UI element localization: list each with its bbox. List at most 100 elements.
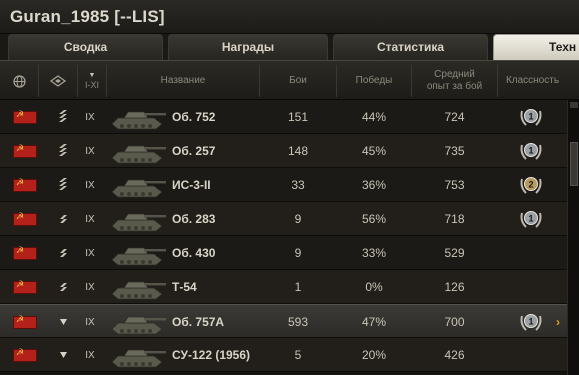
- tank-silhouette-icon: [111, 281, 166, 300]
- ussr-flag-icon: [13, 279, 37, 294]
- mastery-level: 1: [528, 146, 533, 156]
- table-row[interactable]: IX Об. 283 9 56% 718 1: [0, 202, 567, 236]
- avg-xp-header[interactable]: Средний опыт за бой: [412, 61, 497, 101]
- mastery-badge-icon: 1: [520, 109, 542, 126]
- table-header: ▼ I-XI Название Бои Победы Средний опыт …: [0, 60, 579, 100]
- scroll-up-arrow[interactable]: [570, 102, 578, 108]
- avg-xp-cell: 426: [444, 348, 465, 362]
- mastery-header[interactable]: Классность: [498, 61, 567, 101]
- tab-statistics[interactable]: Статистика: [333, 34, 488, 60]
- battles-cell: 5: [294, 348, 302, 362]
- wins-header[interactable]: Победы: [337, 61, 411, 101]
- tank-silhouette-icon: [111, 247, 166, 266]
- ussr-flag-icon: [13, 177, 37, 192]
- medium-tank-icon: [60, 249, 67, 257]
- tier-cell: IX: [85, 145, 95, 157]
- ussr-flag-icon: [13, 245, 37, 260]
- vehicle-name: Об. 257: [172, 144, 216, 158]
- battles-header[interactable]: Бои: [260, 61, 336, 101]
- avg-xp-cell: 724: [444, 110, 465, 124]
- tank-silhouette-icon: [111, 349, 166, 368]
- table-row[interactable]: IX ИС-3-II 33 36% 753 2: [0, 168, 567, 202]
- name-header[interactable]: Название: [107, 61, 259, 101]
- mastery-level: 2: [528, 180, 533, 190]
- type-sort-button[interactable]: [39, 61, 77, 101]
- wins-cell: 33%: [361, 246, 387, 260]
- table-row[interactable]: IX СУ-122 (1956) 5 20% 426: [0, 338, 567, 372]
- window-title-bar: Guran_1985 [--LIS]: [0, 0, 579, 34]
- vehicle-name: Об. 757А: [172, 315, 225, 329]
- tab-bar: Сводка Награды Статистика Техн: [0, 34, 579, 60]
- battles-cell: 33: [291, 178, 305, 192]
- heavy-tank-icon: [59, 144, 67, 156]
- vehicle-name: Об. 283: [172, 212, 216, 226]
- battles-cell: 148: [287, 144, 309, 158]
- vehicle-name: Об. 752: [172, 110, 216, 124]
- wins-cell: 36%: [361, 178, 387, 192]
- tier-cell: IX: [85, 247, 95, 259]
- tier-cell: IX: [85, 111, 95, 123]
- medium-tank-icon: [60, 215, 67, 223]
- battles-cell: 1: [294, 280, 302, 294]
- avg-xp-header-line2: опыт за бой: [426, 81, 483, 92]
- table-row[interactable]: IX Об. 757А 593 47% 700 1 ›: [0, 304, 567, 338]
- mastery-level: 1: [528, 112, 533, 122]
- scrollbar-thumb[interactable]: [570, 142, 578, 186]
- tier-sort-button[interactable]: ▼ I-XI: [78, 61, 106, 101]
- tank-silhouette-icon: [111, 145, 166, 164]
- vehicle-name: Т-54: [172, 280, 197, 294]
- tier-cell: IX: [85, 213, 95, 225]
- ussr-flag-icon: [13, 143, 37, 158]
- nation-sort-button[interactable]: [0, 61, 38, 101]
- tab-vehicles[interactable]: Техн: [493, 34, 579, 60]
- wins-cell: 20%: [361, 348, 387, 362]
- mastery-level: 1: [528, 317, 533, 327]
- globe-icon: [12, 74, 26, 88]
- tab-awards[interactable]: Награды: [168, 34, 328, 60]
- ussr-flag-icon: [13, 314, 37, 329]
- chevron-right-icon[interactable]: ›: [556, 315, 560, 329]
- ussr-flag-icon: [13, 347, 37, 362]
- ussr-flag-icon: [13, 109, 37, 124]
- light-tank-icon: [60, 319, 67, 325]
- tier-header-label: I-XI: [84, 79, 99, 90]
- battles-cell: 9: [294, 212, 302, 226]
- table-row[interactable]: IX Об. 752 151 44% 724 1: [0, 100, 567, 134]
- tank-silhouette-icon: [111, 316, 166, 335]
- sort-arrow-icon: ▼: [88, 71, 96, 79]
- table-row[interactable]: IX Об. 430 9 33% 529: [0, 236, 567, 270]
- td-icon: [60, 352, 67, 358]
- ussr-flag-icon: [13, 211, 37, 226]
- wins-cell: 44%: [361, 110, 387, 124]
- battles-cell: 593: [287, 315, 309, 329]
- vehicle-name: Об. 430: [172, 246, 216, 260]
- player-name: Guran_1985 [--LIS]: [10, 7, 165, 26]
- mastery-badge-icon: 1: [520, 314, 542, 331]
- mastery-badge-icon: 2: [520, 177, 542, 194]
- wins-cell: 56%: [361, 212, 387, 226]
- avg-xp-cell: 735: [444, 144, 465, 158]
- mastery-badge-icon: 1: [520, 143, 542, 160]
- scrollbar[interactable]: [567, 100, 579, 375]
- tank-silhouette-icon: [111, 179, 166, 198]
- avg-xp-cell: 718: [444, 212, 465, 226]
- tier-cell: IX: [85, 316, 95, 328]
- vehicle-name: ИС-3-II: [172, 178, 211, 192]
- heavy-tank-icon: [59, 178, 67, 190]
- wins-cell: 0%: [365, 280, 383, 294]
- tier-cell: IX: [85, 349, 95, 361]
- vehicle-type-icon: [49, 75, 67, 87]
- medium-tank-icon: [60, 283, 67, 291]
- tab-summary[interactable]: Сводка: [8, 34, 163, 60]
- tier-cell: IX: [85, 281, 95, 293]
- table-row[interactable]: IX Об. 257 148 45% 735 1: [0, 134, 567, 168]
- vehicle-table: IXОб. 75215144%7241IXОб. 25714845%7351IX…: [0, 100, 567, 375]
- avg-xp-header-line1: Средний: [434, 69, 475, 80]
- tank-silhouette-icon: [111, 111, 166, 130]
- wins-cell: 47%: [361, 315, 387, 329]
- avg-xp-cell: 126: [444, 280, 465, 294]
- table-row[interactable]: IX Т-54 1 0% 126: [0, 270, 567, 304]
- mastery-level: 1: [528, 214, 533, 224]
- heavy-tank-icon: [59, 110, 67, 122]
- battles-cell: 151: [287, 110, 309, 124]
